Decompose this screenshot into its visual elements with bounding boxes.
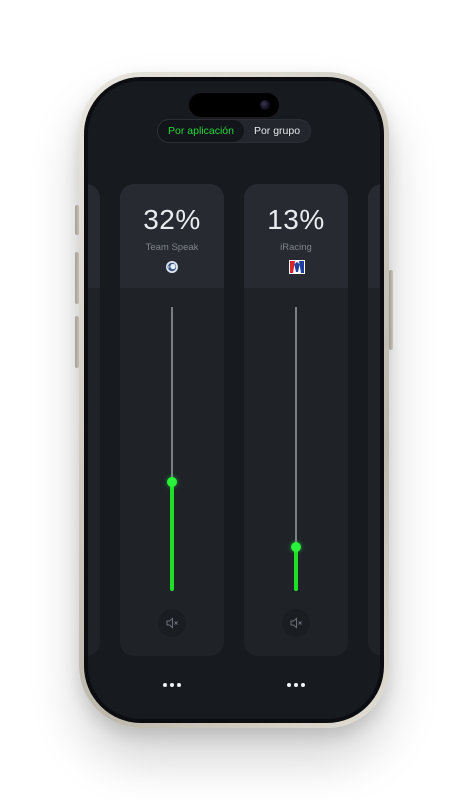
more-dots-icon: [163, 683, 167, 687]
volume-percent: 13%: [267, 204, 325, 235]
card-header: [368, 184, 380, 288]
volume-slider-fill: [170, 481, 174, 591]
teamspeak-icon: [165, 260, 179, 274]
volume-slider-fill: [294, 546, 298, 591]
segment-por-grupo[interactable]: Por grupo: [244, 120, 310, 142]
card-header: 13% iRacing: [244, 184, 348, 288]
card-header: [88, 184, 100, 288]
more-dot: [170, 683, 174, 687]
dynamic-island: [189, 93, 279, 117]
more-dot: [294, 683, 298, 687]
iracing-icon: [289, 260, 305, 274]
app-name: Team Speak: [145, 242, 199, 253]
more-dots-icon: [287, 683, 291, 687]
more-dot: [301, 683, 305, 687]
camera-lens: [260, 100, 270, 110]
volume-percent: 32%: [143, 204, 201, 235]
power-button: [389, 270, 393, 350]
mute-button[interactable]: [282, 609, 310, 637]
stage: Por aplicación Por grupo 32% Team Speak: [0, 0, 468, 800]
channel-card-previous-partial: [88, 184, 100, 656]
app-name: iRacing: [280, 242, 312, 253]
channel-card-iracing: 13% iRacing: [244, 184, 348, 656]
app-screen: Por aplicación Por grupo 32% Team Speak: [88, 81, 380, 719]
speaker-mute-icon: [166, 617, 178, 629]
more-options-button[interactable]: [157, 679, 187, 691]
more-dot: [177, 683, 181, 687]
speaker-mute-icon: [290, 617, 302, 629]
view-mode-segmented-control: Por aplicación Por grupo: [157, 119, 311, 143]
channel-card-next-partial: [368, 184, 380, 656]
mute-button[interactable]: [158, 609, 186, 637]
volume-slider-handle[interactable]: [291, 541, 301, 552]
channel-card-team-speak: 32% Team Speak: [120, 184, 224, 656]
more-options-button[interactable]: [281, 679, 311, 691]
card-header: 32% Team Speak: [120, 184, 224, 288]
volume-slider-handle[interactable]: [167, 476, 177, 487]
segment-por-aplicacion[interactable]: Por aplicación: [158, 120, 244, 142]
